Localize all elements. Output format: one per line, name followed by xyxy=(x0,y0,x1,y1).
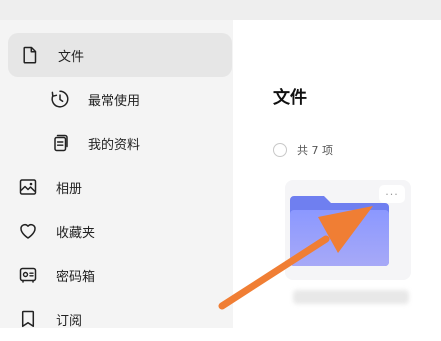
sidebar-item-label: 密码箱 xyxy=(56,269,96,285)
sidebar: 文件 最常使用 我的资料 相册 收藏夹 密码箱 订阅 xyxy=(0,20,233,329)
more-options-button[interactable]: ··· xyxy=(379,185,405,203)
file-icon xyxy=(20,45,40,65)
sidebar-item-my-documents[interactable]: 我的资料 xyxy=(50,121,220,165)
main-content: 文件 共 7 项 ··· xyxy=(233,20,441,328)
item-count-row: 共 7 项 xyxy=(273,142,333,158)
sidebar-item-subscriptions[interactable]: 订阅 xyxy=(18,297,220,341)
sidebar-item-label: 文件 xyxy=(58,49,85,65)
sidebar-item-label: 订阅 xyxy=(56,313,83,329)
sidebar-item-albums[interactable]: 相册 xyxy=(18,165,220,209)
photo-icon xyxy=(18,177,38,197)
sidebar-item-label: 最常使用 xyxy=(88,93,141,109)
clock-icon xyxy=(50,89,70,109)
page-title: 文件 xyxy=(273,88,307,108)
sidebar-item-favorites[interactable]: 收藏夹 xyxy=(18,209,220,253)
sidebar-item-label: 我的资料 xyxy=(88,137,141,153)
documents-icon xyxy=(50,133,70,153)
safe-icon xyxy=(18,265,38,285)
sidebar-item-files[interactable]: 文件 xyxy=(8,33,232,77)
heart-icon xyxy=(18,221,38,241)
sidebar-item-label: 相册 xyxy=(56,181,83,197)
sidebar-item-password-safe[interactable]: 密码箱 xyxy=(18,253,220,297)
select-all-checkbox[interactable] xyxy=(273,143,287,157)
sidebar-item-label: 收藏夹 xyxy=(56,225,96,241)
bookmark-icon xyxy=(18,309,38,329)
sidebar-item-frequently-used[interactable]: 最常使用 xyxy=(50,77,220,121)
item-count: 共 7 项 xyxy=(297,144,333,157)
folder-name-blurred xyxy=(293,290,409,304)
window-top-bar xyxy=(0,0,441,20)
folder-card[interactable]: ··· xyxy=(285,180,411,280)
